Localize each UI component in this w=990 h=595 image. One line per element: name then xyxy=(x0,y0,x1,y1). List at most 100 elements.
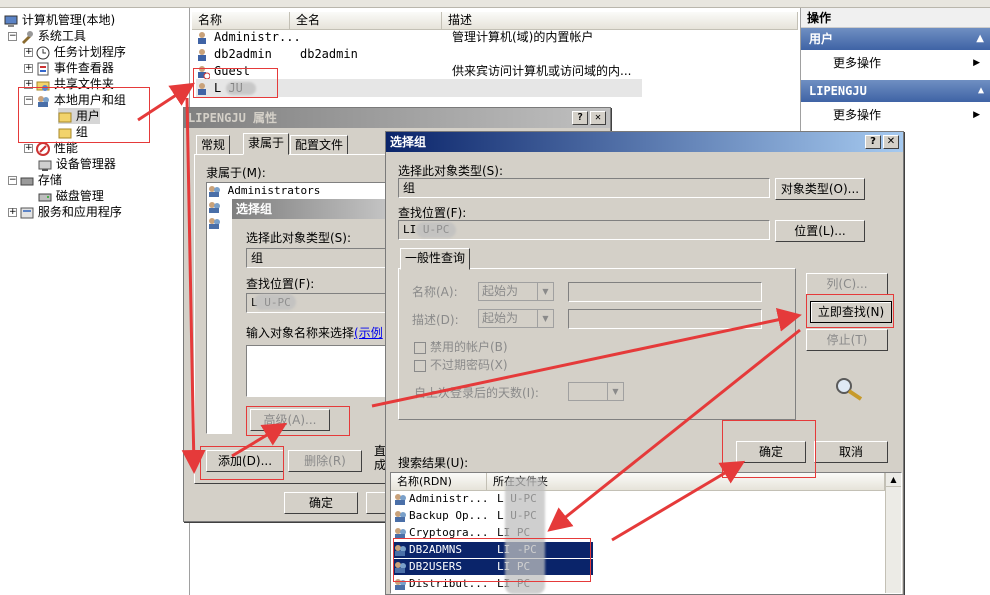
help-button[interactable]: ? xyxy=(572,111,588,125)
disabled-accounts-checkbox[interactable]: 禁用的帐户(B) xyxy=(414,338,508,355)
action-more-1[interactable]: 更多操作 ▶ xyxy=(801,50,990,76)
cancel-button[interactable] xyxy=(366,492,386,514)
tab-profile[interactable]: 配置文件 xyxy=(290,135,349,155)
tree-groups[interactable]: 组 xyxy=(58,124,88,140)
properties-title: LIPENGJU 属性 xyxy=(188,111,278,125)
collapse-icon[interactable]: − xyxy=(24,96,33,105)
group-icon xyxy=(393,543,407,557)
object-types-button[interactable]: 对象类型(O)... xyxy=(775,178,865,200)
result-name: Cryptogra... xyxy=(409,526,489,539)
submenu-arrow-icon: ▶ xyxy=(973,110,980,120)
expand-icon[interactable]: + xyxy=(8,208,17,217)
scroll-up-icon[interactable]: ▲ xyxy=(886,473,901,487)
result-row[interactable]: DB2ADMNSLI -PC xyxy=(393,542,593,558)
tree-disk-management[interactable]: 磁盘管理 xyxy=(38,188,104,204)
remove-button[interactable]: 删除(R) xyxy=(288,450,362,472)
collapse-up-icon[interactable]: ▲ xyxy=(978,80,984,102)
name-input[interactable] xyxy=(568,282,762,302)
tree-performance[interactable]: + 性能 xyxy=(24,140,78,156)
action-more-2[interactable]: 更多操作 ▶ xyxy=(801,102,990,128)
redaction-blur xyxy=(505,478,545,594)
close-icon[interactable]: ✕ xyxy=(883,135,899,149)
tab-member-of[interactable]: 隶属于 xyxy=(243,133,290,155)
select-group-title-bar: 选择组 ? ✕ xyxy=(386,132,903,152)
tree-users-label: 用户 xyxy=(75,109,100,123)
list-row[interactable]: db2admin db2admin xyxy=(196,45,636,63)
tree-storage[interactable]: − 存储 xyxy=(8,172,62,188)
tree-event-viewer[interactable]: + 事件查看器 xyxy=(24,60,114,76)
object-names-input[interactable] xyxy=(246,345,392,397)
tree-system-tools[interactable]: − 系统工具 xyxy=(8,28,86,44)
result-row[interactable]: DB2USERSLI PC xyxy=(393,559,593,575)
group-icon xyxy=(393,560,407,574)
name-mode-select[interactable]: 起始为 ▼ xyxy=(478,282,554,301)
add-button[interactable]: 添加(D)... xyxy=(206,450,284,472)
tree-services-apps[interactable]: + 服务和应用程序 xyxy=(8,204,122,220)
member-name: Administrators xyxy=(227,184,321,197)
expand-icon[interactable]: + xyxy=(24,144,33,153)
group-icon xyxy=(207,200,221,214)
result-name: DB2USERS xyxy=(409,560,462,573)
results-header-name[interactable]: 名称(RDN) xyxy=(391,473,487,491)
cancel-button[interactable]: 取消 xyxy=(814,441,888,463)
collapse-icon[interactable]: − xyxy=(8,32,17,41)
results-header-folder[interactable]: 所在文件夹 xyxy=(487,473,885,491)
tree-root[interactable]: 计算机管理(本地) xyxy=(4,12,115,28)
tree-shared-folders[interactable]: + 共享文件夹 xyxy=(24,76,114,92)
user-disabled-icon xyxy=(196,65,211,79)
tab-general[interactable]: 常规 xyxy=(196,135,231,155)
description-mode-select[interactable]: 起始为 ▼ xyxy=(478,309,554,328)
action-more-1-label: 更多操作 xyxy=(833,56,882,70)
user-icon xyxy=(196,48,210,62)
examples-link[interactable]: (示例 xyxy=(354,326,383,340)
results-scrollbar[interactable]: ▲ xyxy=(885,473,901,593)
list-item[interactable]: Administrators xyxy=(207,183,385,199)
ok-button[interactable]: 确定 xyxy=(284,492,358,514)
columns-button[interactable]: 列(C)... xyxy=(806,273,888,295)
find-now-button[interactable]: 立即查找(N) xyxy=(810,301,892,323)
result-name: Backup Op... xyxy=(409,509,489,522)
tree-task-scheduler[interactable]: + 任务计划程序 xyxy=(24,44,126,60)
list-row[interactable]: Administr... 管理计算机(域)的内置帐户 xyxy=(196,28,636,46)
search-results-list[interactable]: 名称(RDN) 所在文件夹 ▲ Administr...L U-PCBackup… xyxy=(390,472,902,594)
help-button[interactable]: ? xyxy=(865,135,881,149)
description-input[interactable] xyxy=(568,309,762,329)
no-expire-password-checkbox[interactable]: 不过期密码(X) xyxy=(414,356,508,373)
close-icon[interactable]: ✕ xyxy=(590,111,606,125)
result-row[interactable]: Distribut...LI PC xyxy=(393,576,593,592)
tab-common-queries[interactable]: 一般性查询 xyxy=(400,248,471,270)
list-row-selected[interactable]: L JU xyxy=(196,79,642,97)
select-group-small-title-bar: 选择组 xyxy=(232,199,392,219)
row-name: Administr... xyxy=(214,30,301,44)
list-row[interactable]: Guest 供来宾访问计算机或访问域的内... xyxy=(196,62,636,80)
result-row[interactable]: Administr...L U-PC xyxy=(393,491,593,507)
collapse-icon[interactable]: − xyxy=(8,176,17,185)
tree-users[interactable]: 用户 xyxy=(58,108,100,124)
collapse-up-icon[interactable]: ▲ xyxy=(976,28,984,50)
tree-services-apps-label: 服务和应用程序 xyxy=(37,205,122,219)
locations-button[interactable]: 位置(L)... xyxy=(775,220,865,242)
device-manager-icon xyxy=(38,158,52,172)
tools-icon xyxy=(20,30,34,44)
group-icon xyxy=(393,492,407,506)
event-log-icon xyxy=(36,62,50,76)
expand-icon[interactable]: + xyxy=(24,64,33,73)
group-icon xyxy=(207,184,221,198)
toolbar-strip xyxy=(0,0,990,8)
ok-button[interactable]: 确定 xyxy=(736,441,806,463)
member-of-label: 隶属于(M): xyxy=(206,166,266,180)
expand-icon[interactable]: + xyxy=(24,80,33,89)
actions-section-user[interactable]: LIPENGJU ▲ xyxy=(801,80,990,102)
expand-icon[interactable]: + xyxy=(24,48,33,57)
days-since-logon-select[interactable]: ▼ xyxy=(568,382,624,401)
result-row[interactable]: Cryptogra...LI PC xyxy=(393,525,593,541)
tree-local-users-groups[interactable]: − 本地用户和组 xyxy=(24,92,126,108)
object-type-field: 组 xyxy=(398,178,770,198)
result-row[interactable]: Backup Op...L U-PC xyxy=(393,508,593,524)
tree-device-manager[interactable]: 设备管理器 xyxy=(38,156,116,172)
performance-icon xyxy=(36,141,50,156)
actions-title: 操作 xyxy=(801,8,990,28)
stop-button[interactable]: 停止(T) xyxy=(806,329,888,351)
advanced-button[interactable]: 高级(A)... xyxy=(250,409,330,431)
actions-section-users[interactable]: 用户 ▲ xyxy=(801,28,990,50)
